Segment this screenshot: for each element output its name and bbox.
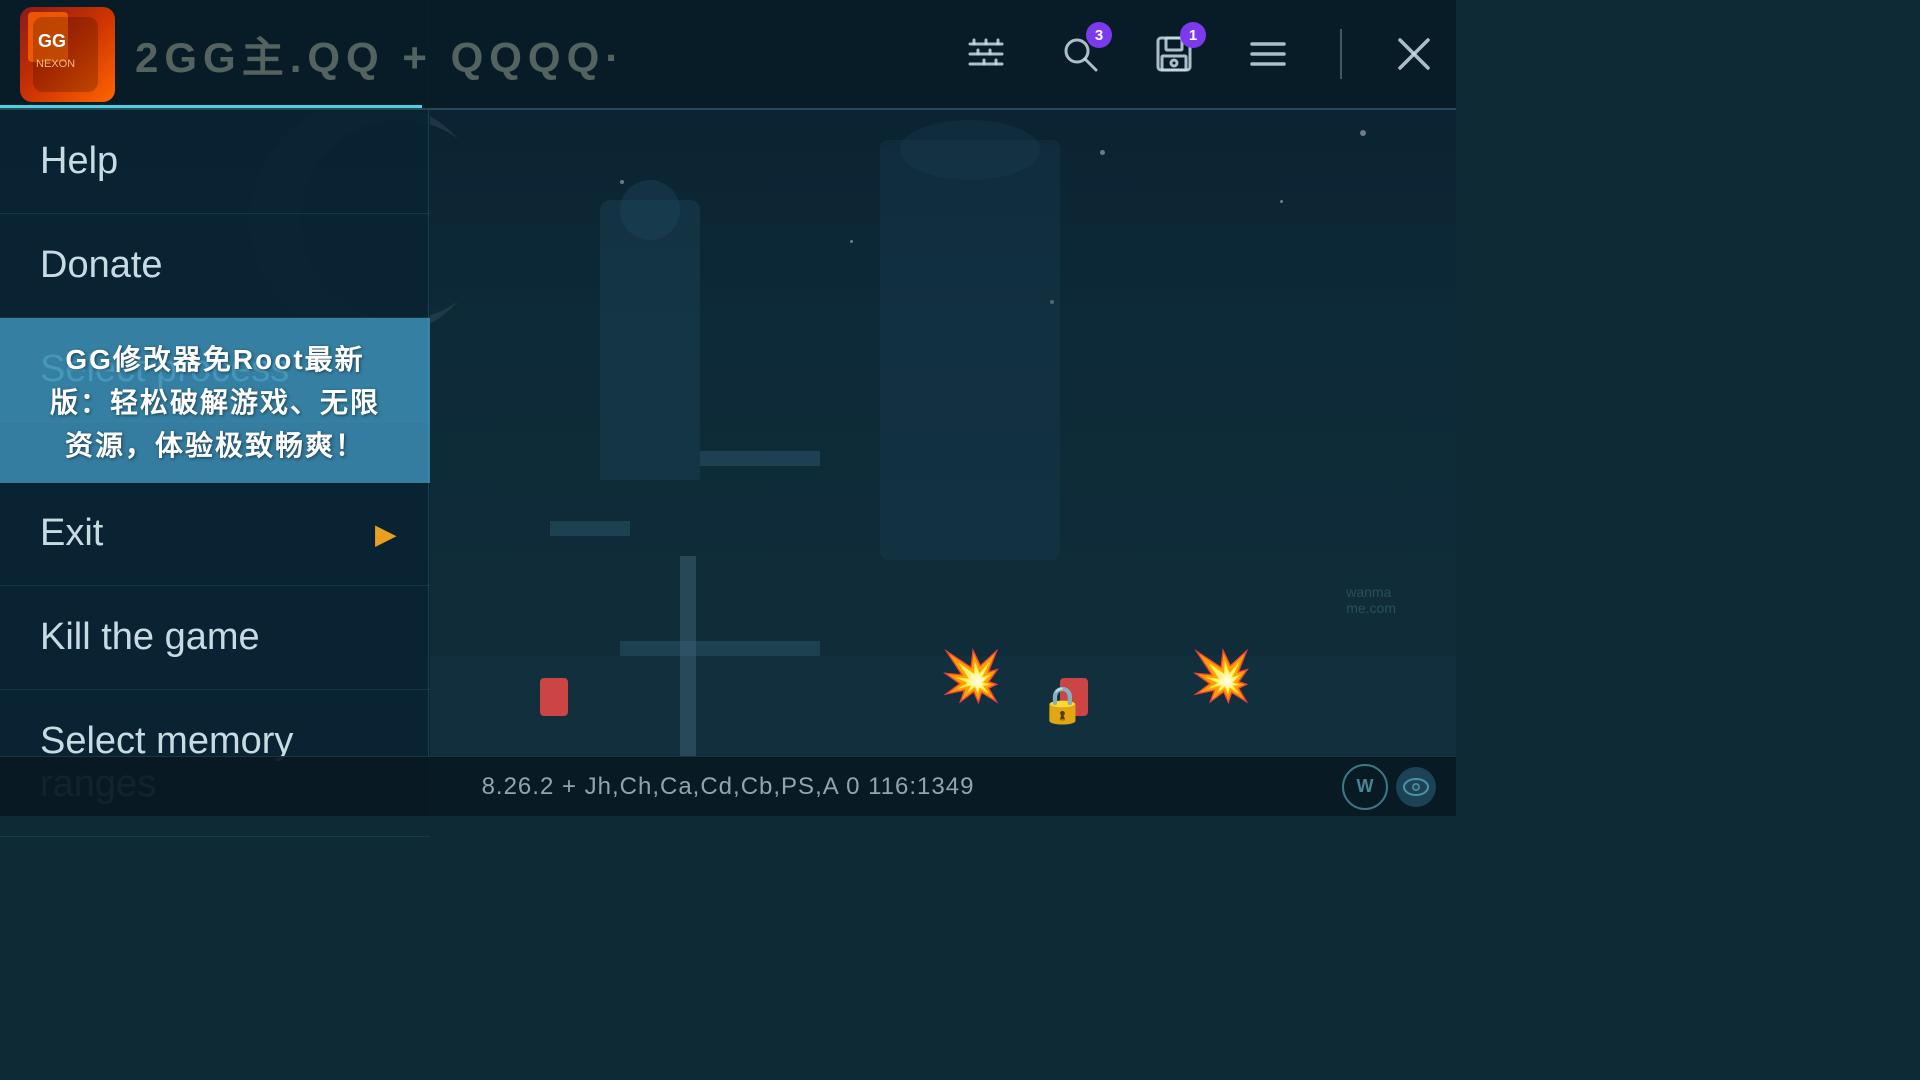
logo-graphic: GG NEXON: [28, 12, 103, 97]
star: [1100, 150, 1105, 155]
machine-silhouette: [880, 140, 1060, 560]
watermark-eye-icon: [1396, 767, 1436, 807]
game-character: [540, 678, 568, 716]
menu-item-donate[interactable]: Donate: [0, 214, 430, 318]
search-badge: 3: [1086, 22, 1112, 48]
header: GG NEXON 2GG主.QQ + QQQQ·: [0, 0, 1456, 110]
explosion-effect: 💥: [940, 647, 1002, 706]
lock-icon: 🔒: [1040, 684, 1085, 726]
star: [1280, 200, 1283, 203]
background-silhouette: [600, 200, 700, 480]
sidebar-divider: [428, 0, 429, 816]
close-button[interactable]: [1392, 32, 1436, 76]
header-icons: 3 1: [964, 29, 1436, 79]
menu-item-kill-game[interactable]: Kill the game: [0, 586, 430, 690]
watermark-w-icon: W: [1342, 764, 1388, 810]
app-title-display: 2GG主.QQ + QQQQ·: [135, 24, 625, 85]
save-badge: 1: [1180, 22, 1206, 48]
filter-button[interactable]: [964, 32, 1008, 76]
app-logo: GG NEXON: [20, 7, 115, 102]
status-bar: 8.26.2 + Jh,Ch,Ca,Cd,Cb,PS,A 0 116:1349 …: [0, 756, 1456, 816]
background-silhouette-head: [620, 180, 680, 240]
header-separator: [1340, 29, 1342, 79]
arrow-right-icon: ▶: [375, 517, 490, 550]
svg-text:GG: GG: [38, 31, 66, 51]
platform: [620, 641, 820, 656]
promo-banner: GG修改器免Root最新版：轻松破解游戏、无限资源，体验极致畅爽！: [0, 318, 430, 483]
save-button[interactable]: 1: [1152, 32, 1196, 76]
star: [850, 240, 853, 243]
header-title-area: 2GG主.QQ + QQQQ·: [115, 24, 964, 85]
star: [620, 180, 624, 184]
menu-item-help[interactable]: Help: [0, 110, 430, 214]
svg-text:NEXON: NEXON: [36, 58, 75, 70]
menu-button[interactable]: [1246, 32, 1290, 76]
watermark-domain: wanmame.com: [1346, 584, 1396, 616]
menu-item-select-process[interactable]: Select process GG修改器免Root最新版：轻松破解游戏、无限资源…: [0, 318, 430, 422]
progress-bar: [0, 105, 422, 108]
explosion-effect: 💥: [1190, 647, 1252, 706]
menu-container: Help Donate Select process GG修改器免Root最新版…: [0, 110, 430, 837]
ladder: [680, 556, 696, 756]
machine-head: [900, 120, 1040, 180]
status-text: 8.26.2 + Jh,Ch,Ca,Cd,Cb,PS,A 0 116:1349: [482, 773, 975, 801]
menu-item-exit[interactable]: Exit ▶: [0, 482, 430, 586]
search-button[interactable]: 3: [1058, 32, 1102, 76]
platform: [550, 521, 630, 536]
star: [1360, 130, 1366, 136]
platform: [700, 451, 820, 466]
watermark-logos: W: [1342, 764, 1436, 810]
